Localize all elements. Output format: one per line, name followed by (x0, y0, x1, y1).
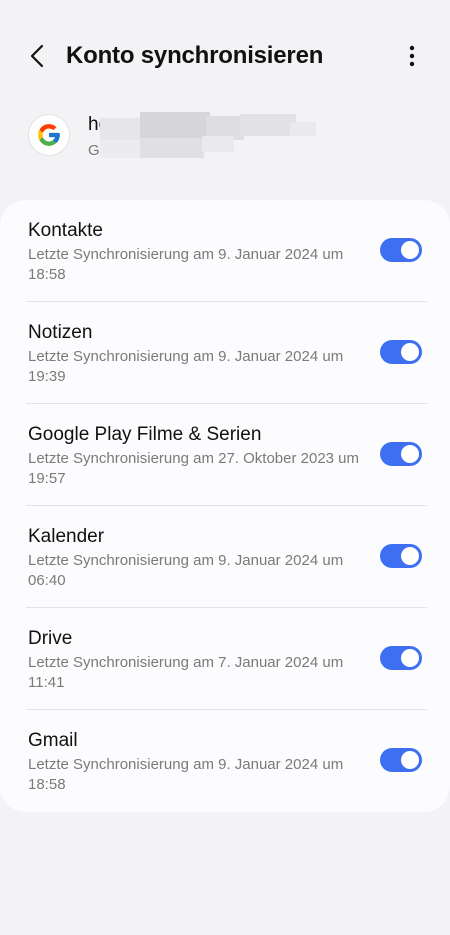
more-vertical-icon (409, 45, 415, 67)
sync-item-subtitle: Letzte Synchronisierung am 9. Januar 202… (28, 552, 344, 589)
sync-item-title: Drive (28, 628, 73, 649)
sync-item-subtitle: Letzte Synchronisierung am 9. Januar 202… (28, 246, 344, 283)
sync-item-title: Gmail (28, 730, 78, 751)
sync-toggle-notizen[interactable] (380, 340, 422, 364)
sync-item-subtitle: Letzte Synchronisierung am 27. Oktober 2… (28, 450, 360, 487)
sync-item-title: Kontakte (28, 220, 103, 241)
sync-item-title: Google Play Filme & Serien (28, 424, 262, 445)
app-bar: Konto synchronisieren (0, 0, 450, 112)
sync-toggle-kalender[interactable] (380, 544, 422, 568)
sync-item-subtitle: Letzte Synchronisierung am 9. Januar 202… (28, 348, 344, 385)
sync-item-title: Notizen (28, 322, 93, 343)
account-type: G (88, 142, 100, 159)
back-button[interactable] (22, 40, 54, 72)
sync-toggle-gmail[interactable] (380, 748, 422, 772)
more-options-button[interactable] (396, 40, 428, 72)
sync-item-notizen[interactable]: Notizen Letzte Synchronisierung am 9. Ja… (0, 302, 450, 404)
sync-item-subtitle: Letzte Synchronisierung am 9. Januar 202… (28, 756, 344, 793)
chevron-left-icon (30, 44, 44, 68)
sync-toggle-kontakte[interactable] (380, 238, 422, 262)
sync-item-gmail[interactable]: Gmail Letzte Synchronisierung am 9. Janu… (0, 710, 450, 812)
redacted-area (100, 110, 316, 162)
google-logo-icon (28, 114, 70, 156)
sync-item-title: Kalender (28, 526, 105, 547)
sync-item-kontakte[interactable]: Kontakte Letzte Synchronisierung am 9. J… (0, 200, 450, 302)
sync-toggle-google-play-filme[interactable] (380, 442, 422, 466)
sync-item-kalender[interactable]: Kalender Letzte Synchronisierung am 9. J… (0, 506, 450, 608)
page-title: Konto synchronisieren (66, 42, 324, 69)
sync-list-card: Kontakte Letzte Synchronisierung am 9. J… (0, 200, 450, 812)
sync-item-drive[interactable]: Drive Letzte Synchronisierung am 7. Janu… (0, 608, 450, 710)
sync-toggle-drive[interactable] (380, 646, 422, 670)
sync-item-google-play-filme[interactable]: Google Play Filme & Serien Letzte Synchr… (0, 404, 450, 506)
account-header: ho G (0, 108, 450, 168)
sync-item-subtitle: Letzte Synchronisierung am 7. Januar 202… (28, 654, 344, 691)
